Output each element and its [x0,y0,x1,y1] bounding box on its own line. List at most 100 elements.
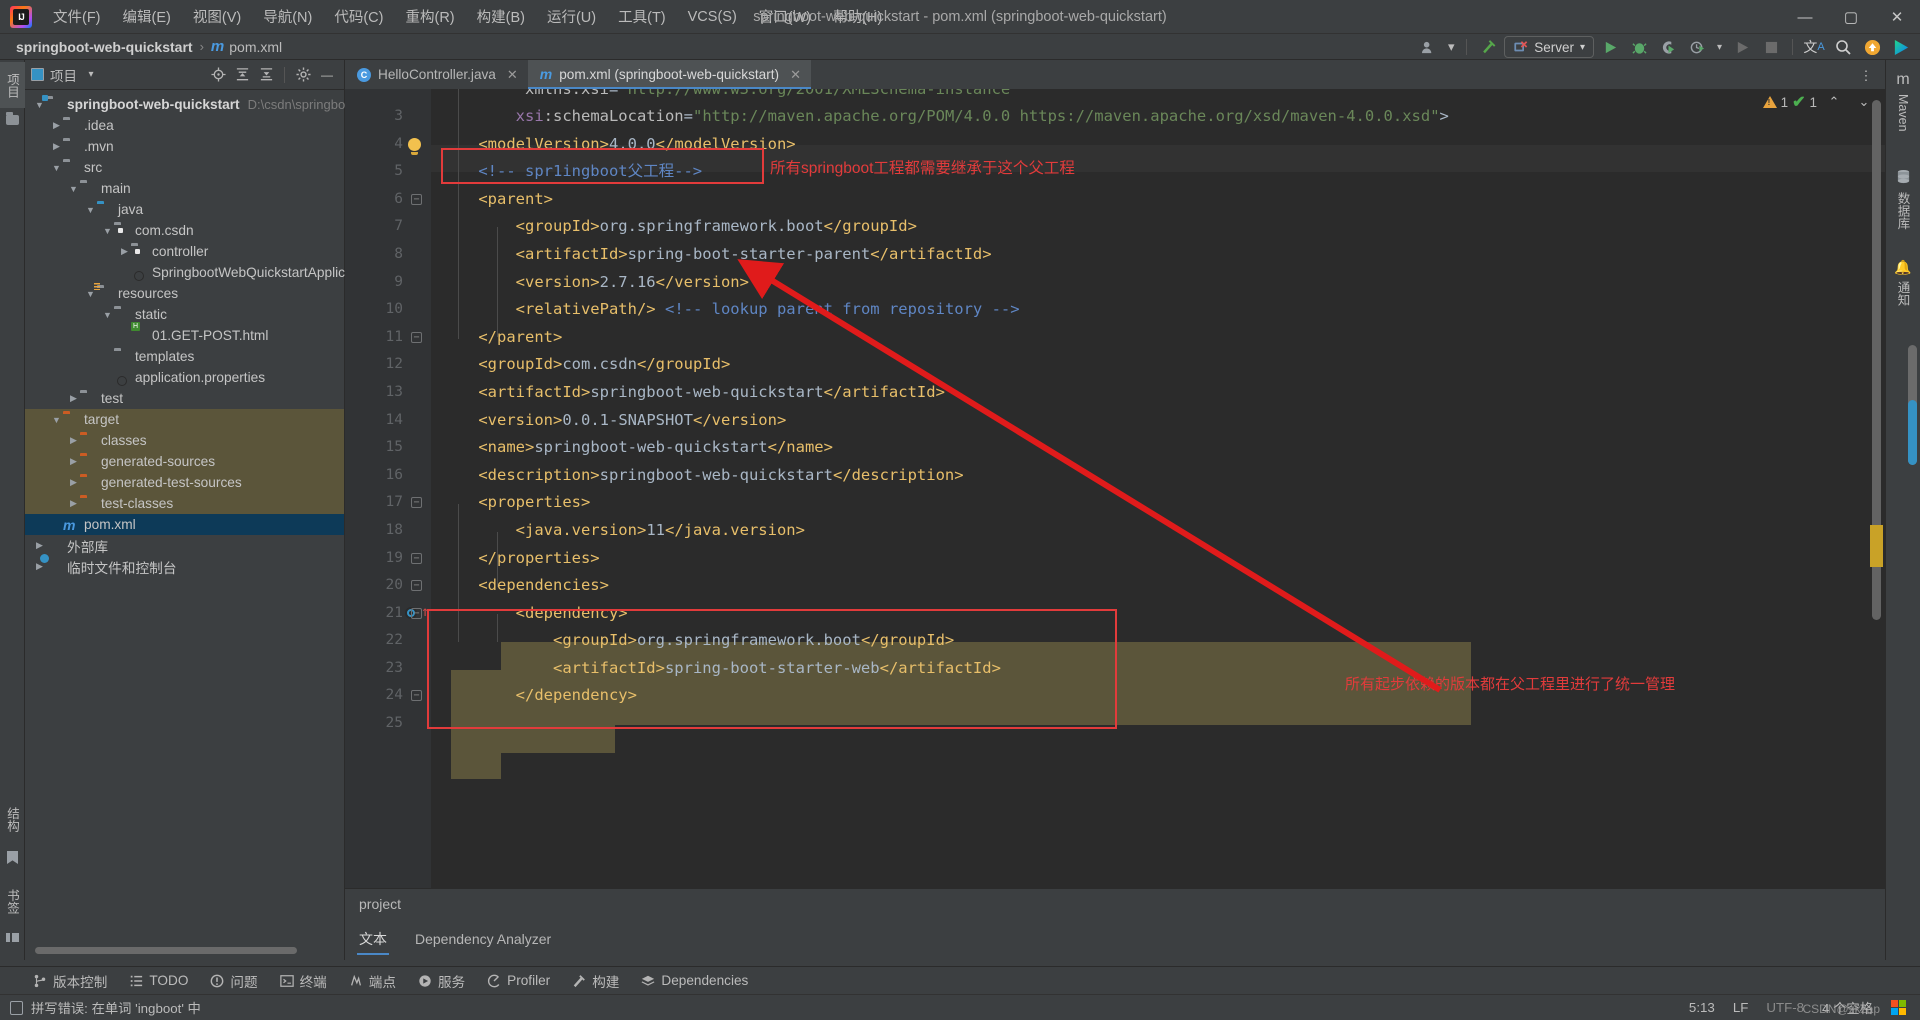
menu-build[interactable]: 构建(B) [466,1,536,32]
sidebar-item-project[interactable]: 项目 [0,62,25,108]
btab-text[interactable]: 文本 [345,918,401,960]
chevron-down-icon[interactable]: ▾ [83,63,99,87]
chevron-right-icon[interactable]: ▶ [33,561,46,572]
tree-node[interactable]: ▶ test-classes [25,493,344,514]
project-tree[interactable]: ▼ springboot-web-quickstart D:\csdn\spring… [25,90,352,577]
menu-file[interactable]: 文件(F) [42,1,112,32]
toolwindow-endpoints[interactable]: 端点 [338,968,407,994]
editor-tab[interactable]: m pom.xml (springboot-web-quickstart) ✕ [527,60,812,89]
intention-bulb-icon[interactable] [408,137,421,155]
toolwindow-dependencies[interactable]: Dependencies [630,970,759,991]
code-line[interactable]: 25 [345,710,1885,738]
toolwindow-build[interactable]: 构建 [561,968,630,994]
account-icon[interactable] [1415,35,1441,59]
code-line[interactable]: 5 <!-- spr1ingboot父工程--> [345,158,1885,186]
toolwindow-todo[interactable]: TODO [118,970,199,991]
fold-collapse-icon[interactable] [411,607,422,619]
toolwindow-version-control[interactable]: 版本控制 [22,968,118,994]
profile-icon[interactable] [1684,35,1710,59]
check-icon[interactable]: ✔ [1792,92,1805,112]
breadcrumb-project[interactable]: springboot-web-quickstart [16,39,193,55]
toolwindow-database[interactable]: 数据库 [1894,164,1913,246]
tree-node[interactable]: ▼ com.csdn [25,220,344,241]
tree-node[interactable]: ▶ 临时文件和控制台 [25,556,344,577]
fold-end-icon[interactable] [411,690,422,702]
tree-node[interactable]: ▶ generated-test-sources [25,472,344,493]
run-icon[interactable] [1597,35,1623,59]
code-line[interactable]: 17 <properties> [345,489,1885,517]
tree-node[interactable]: ▼ java [25,199,344,220]
chevron-right-icon[interactable]: ▶ [67,435,80,446]
menu-window[interactable]: 窗口(W) [748,1,822,32]
chevron-down-icon[interactable]: ▼ [33,100,46,110]
code-line[interactable]: 3 xsi:schemaLocation="http://maven.apach… [345,103,1885,131]
sidebar-item-structure[interactable]: 结构 [0,796,25,842]
toolwindow-maven[interactable]: m Maven [1896,66,1910,156]
fold-collapse-icon[interactable] [411,580,422,592]
chevron-down-icon[interactable]: ▼ [50,415,63,425]
breadcrumb-file[interactable]: pom.xml [229,39,282,55]
menu-edit[interactable]: 编辑(E) [112,1,182,32]
toolwindow-terminal[interactable]: 终端 [269,968,338,994]
editor-more-options-icon[interactable]: ⋮ [1853,64,1879,88]
chevron-down-icon[interactable]: ▼ [84,289,97,299]
menu-refactor[interactable]: 重构(R) [394,1,465,32]
tree-node[interactable]: ▼ springboot-web-quickstart D:\csdn\spring… [25,94,352,115]
close-tab-icon[interactable]: ✕ [507,67,518,83]
hide-panel-icon[interactable]: — [316,64,338,86]
toolwindow-problems[interactable]: 问题 [199,968,268,994]
code-line[interactable]: 16 <description>springboot-web-quickstar… [345,462,1885,490]
code-line[interactable]: xmlns:xsi="http://www.w3.org/2001/XMLSch… [345,89,1885,103]
sidebar-item-commit[interactable] [0,108,25,130]
menu-vcs[interactable]: VCS(S) [677,4,748,30]
tree-node[interactable]: templates [25,346,344,367]
code-line[interactable]: 4 <modelVersion>4.0.0</modelVersion> [345,131,1885,159]
bookmark-flag-icon[interactable] [7,851,18,864]
tree-node[interactable]: ▶ test [25,388,344,409]
next-problem-icon[interactable]: ⌄ [1851,90,1877,114]
chevron-down-icon[interactable]: ▼ [67,184,80,194]
tree-node[interactable]: ▼ main [25,178,344,199]
editor-tab[interactable]: HelloController.java ✕ [345,60,528,89]
chevron-right-icon[interactable]: ▶ [67,477,80,488]
caret-position[interactable]: 5:13 [1689,1000,1715,1015]
chevron-down-icon[interactable]: ▼ [101,310,114,320]
line-separator[interactable]: LF [1733,1000,1749,1015]
menu-tools[interactable]: 工具(T) [607,1,677,32]
menu-code[interactable]: 代码(C) [323,1,394,32]
build-hammer-icon[interactable] [1475,35,1501,59]
ide-gradient-icon[interactable] [1888,35,1914,59]
code-line[interactable]: 18 <java.version>11</java.version> [345,517,1885,545]
project-horizontal-scrollbar[interactable] [35,947,335,954]
toolwindow-profiler[interactable]: Profiler [476,970,561,991]
chevron-right-icon[interactable]: ▶ [67,393,80,404]
previous-problem-icon[interactable]: ⌃ [1821,90,1847,114]
run-configuration-selector[interactable]: Server ▾ [1504,36,1594,58]
close-button[interactable]: ✕ [1874,0,1920,34]
tree-node[interactable]: SpringbootWebQuickstartApplic [25,262,345,283]
tree-node[interactable]: ▶ .idea [25,115,344,136]
code-line[interactable]: 13 <artifactId>springboot-web-quickstart… [345,379,1885,407]
tree-node[interactable]: ▼ static [25,304,344,325]
chevron-down-icon[interactable]: ▾ [1713,35,1726,59]
code-line[interactable]: 9 <version>2.7.16</version> [345,269,1885,297]
code-editor[interactable]: xmlns:xsi="http://www.w3.org/2001/XMLSch… [345,89,1885,888]
collapse-all-icon[interactable] [255,64,277,86]
navigate-up-icon[interactable]: ↑ [421,605,429,619]
code-line[interactable]: 21 ↑ <dependency> [345,600,1885,628]
fold-collapse-icon[interactable] [411,497,422,509]
warning-triangle-icon[interactable] [1762,96,1777,108]
code-line[interactable]: 7 <groupId>org.springframework.boot</gro… [345,213,1885,241]
file-encoding[interactable]: UTF-8 [1766,1000,1804,1015]
sidebar-item-bookmarks[interactable]: 书签 [0,878,25,924]
code-line[interactable]: 11 </parent> [345,324,1885,352]
chevron-right-icon[interactable]: ▶ [50,120,63,131]
right-strip-scroll-thumb[interactable] [1908,400,1917,465]
maximize-button[interactable]: ▢ [1828,0,1874,34]
expand-all-icon[interactable] [231,64,253,86]
chevron-down-icon[interactable]: ▾ [1444,35,1458,59]
debug-icon[interactable] [1626,35,1652,59]
code-line[interactable]: 15 <name>springboot-web-quickstart</name… [345,434,1885,462]
tree-node[interactable]: ▶ .mvn [25,136,344,157]
menu-view[interactable]: 视图(V) [182,1,252,32]
